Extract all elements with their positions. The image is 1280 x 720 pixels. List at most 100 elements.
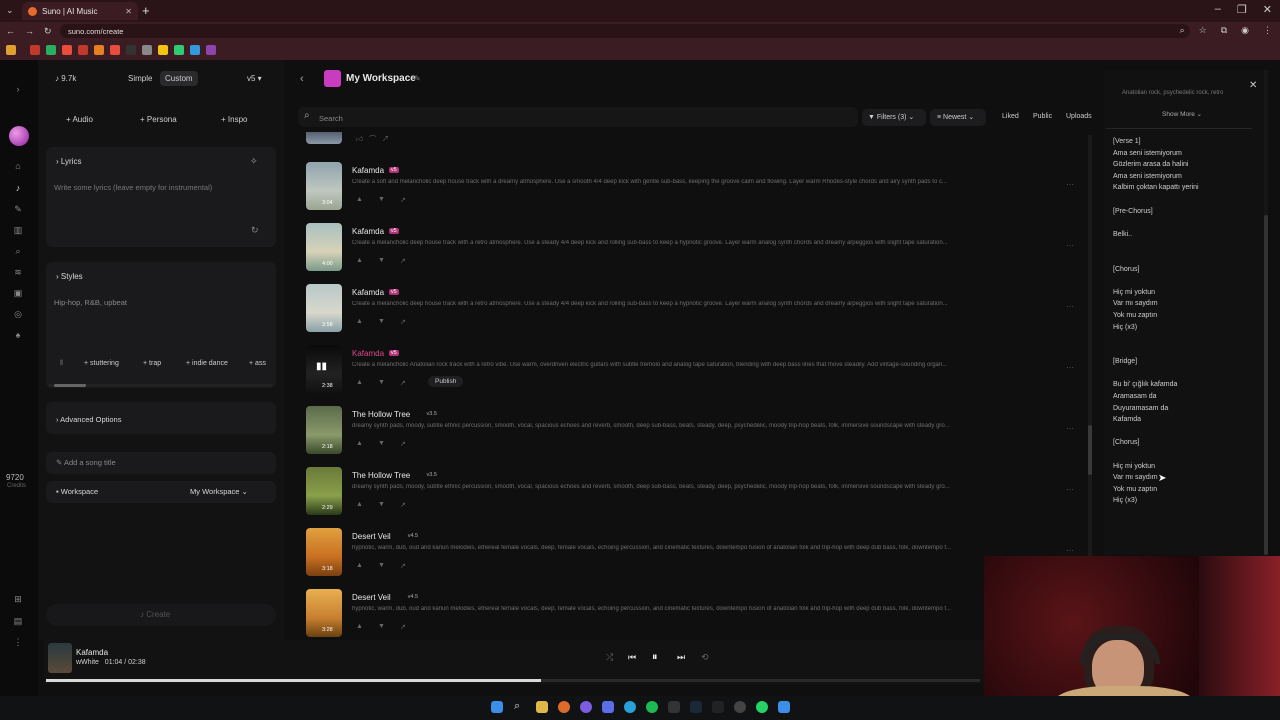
style-chip[interactable]: + trap — [143, 360, 161, 367]
search-icon[interactable]: ⌕ — [11, 246, 25, 257]
song-title-input[interactable]: ✎ Add a song title — [56, 458, 116, 467]
model-select[interactable]: v5 ▾ — [247, 74, 262, 83]
dislike-icon[interactable]: ▼ — [378, 379, 385, 386]
styles-input[interactable]: Hip-hop, R&B, upbeat — [54, 298, 127, 307]
song-title[interactable]: Desert Veil — [352, 593, 391, 602]
song-row[interactable]: 2:38 Kafamda v5 Create a melancholic Ana… — [300, 345, 1080, 399]
lyrics-input[interactable]: Write some lyrics (leave empty for instr… — [54, 183, 212, 192]
explore-icon[interactable]: ◎ — [11, 309, 25, 320]
steam-icon[interactable] — [690, 701, 702, 713]
dislike-icon[interactable]: ▼ — [378, 562, 385, 569]
spotify-icon[interactable] — [646, 701, 658, 713]
close-window-icon[interactable]: ✕ — [1263, 3, 1272, 16]
style-chip[interactable]: + indie dance — [186, 360, 228, 367]
browser-taskbar-icon[interactable] — [558, 701, 570, 713]
magic-wand-icon[interactable]: ✧ — [250, 156, 258, 167]
song-row[interactable]: 3:04 Kafamda v5 Create a soft and melanc… — [300, 162, 1080, 216]
share-icon[interactable]: ↗ — [400, 196, 406, 204]
refresh-icon[interactable]: ↻ — [251, 225, 259, 236]
more-options-icon[interactable]: ⋯ — [1066, 241, 1074, 250]
bookmark-icon[interactable] — [46, 45, 56, 55]
liked-tab[interactable]: Liked — [1002, 113, 1019, 120]
more-icon[interactable]: ⋮ — [1263, 25, 1272, 36]
app-icon[interactable] — [580, 701, 592, 713]
home-icon[interactable]: ⌂ — [11, 161, 25, 171]
share-icon[interactable]: ↗ — [400, 562, 406, 570]
avatar[interactable] — [9, 126, 29, 146]
previous-icon[interactable]: ⏮︎ — [628, 652, 636, 663]
more-options-icon[interactable]: ⋯ — [1066, 546, 1074, 555]
bookmark-icon[interactable] — [78, 45, 88, 55]
player-title[interactable]: Kafamda — [76, 648, 108, 657]
like-icon[interactable]: ▲ — [356, 257, 363, 264]
back-icon[interactable]: ← — [6, 26, 15, 36]
pause-icon[interactable]: ⏸︎ — [652, 651, 658, 664]
file-explorer-icon[interactable] — [536, 701, 548, 713]
like-icon[interactable]: ▲ — [356, 623, 363, 630]
close-tab-icon[interactable]: ✕ — [125, 7, 132, 16]
player-cover[interactable] — [48, 643, 72, 673]
reload-icon[interactable]: ↻ — [44, 26, 52, 37]
lyrics-toggle[interactable]: › Lyrics — [56, 157, 81, 166]
shuffle-icon[interactable]: ⤮ — [606, 652, 613, 663]
share-icon[interactable]: ↗ — [400, 623, 406, 631]
search-input[interactable]: Search — [319, 114, 343, 123]
browser-tab[interactable]: Suno | AI Music ✕ — [22, 2, 138, 20]
close-panel-icon[interactable]: ✕ — [1249, 80, 1257, 91]
star-icon[interactable]: ☆ — [1199, 25, 1207, 36]
app-icon[interactable] — [668, 701, 680, 713]
gift-icon[interactable]: ⊞ — [11, 594, 25, 605]
maximize-icon[interactable]: ❐ — [1237, 3, 1247, 16]
start-icon[interactable] — [491, 701, 503, 713]
filter-icon[interactable]: ⫴ — [60, 360, 63, 368]
back-icon[interactable]: ‹ — [300, 73, 304, 85]
song-row[interactable]: 4:00 Kafamda v5 Create a melancholic dee… — [300, 223, 1080, 277]
mode-simple-button[interactable]: Simple — [128, 74, 152, 83]
share-icon[interactable]: ↗ — [400, 501, 406, 509]
expand-icon[interactable]: › — [11, 84, 25, 94]
library-icon[interactable]: ▥ — [11, 225, 25, 236]
dislike-icon[interactable]: ▼ — [378, 623, 385, 630]
song-title[interactable]: Kafamda — [352, 166, 384, 175]
zoom-icon[interactable]: ⌕ — [1180, 25, 1185, 36]
like-icon[interactable]: ▲ — [356, 379, 363, 386]
search-bar[interactable] — [298, 107, 858, 127]
studio-icon[interactable]: ✎ — [11, 204, 25, 215]
like-icon[interactable]: ▲ — [356, 562, 363, 569]
workspace-select[interactable]: My Workspace ⌄ — [190, 487, 248, 496]
mode-custom-button[interactable]: Custom — [160, 71, 198, 86]
app-icon[interactable] — [734, 701, 746, 713]
panel-scrollbar-thumb[interactable] — [1264, 215, 1268, 555]
bookmark-icon[interactable] — [174, 45, 184, 55]
profile-icon[interactable]: ◉ — [1241, 25, 1249, 36]
extensions-icon[interactable]: ⧉ — [1221, 25, 1227, 36]
more-options-icon[interactable]: ⋯ — [1066, 302, 1074, 311]
repeat-icon[interactable]: ⟲ — [701, 652, 709, 663]
bookmark-icon[interactable] — [142, 45, 152, 55]
bookmark-icon[interactable] — [30, 45, 40, 55]
bookmark-icon[interactable] — [158, 45, 168, 55]
more-options-icon[interactable]: ⋯ — [1066, 363, 1074, 372]
uploads-tab[interactable]: Uploads — [1066, 113, 1092, 120]
share-icon[interactable]: ↗ — [400, 440, 406, 448]
app-icon[interactable] — [712, 701, 724, 713]
bookmark-icon[interactable] — [190, 45, 200, 55]
show-more-button[interactable]: Show More ⌄ — [1162, 110, 1202, 118]
dislike-icon[interactable]: ▼ — [378, 257, 385, 264]
whatsapp-icon[interactable] — [756, 701, 768, 713]
share-icon[interactable]: ↗ — [400, 257, 406, 265]
bookmark-icon[interactable] — [94, 45, 104, 55]
docs-icon[interactable]: ▤ — [11, 616, 25, 627]
song-title[interactable]: The Hollow Tree — [352, 410, 410, 419]
menu-dots-icon[interactable]: ⋮ — [11, 637, 25, 648]
search-taskbar-icon[interactable]: ⌕ — [514, 700, 520, 713]
list-scrollbar-thumb[interactable] — [1088, 425, 1092, 475]
new-tab-icon[interactable]: + — [142, 3, 150, 18]
bookmark-icon[interactable] — [110, 45, 120, 55]
app-icon[interactable] — [778, 701, 790, 713]
like-icon[interactable]: ▲ — [356, 501, 363, 508]
style-chip[interactable]: + stuttering — [84, 360, 119, 367]
add-inspo-button[interactable]: + Inspo — [221, 115, 247, 124]
like-icon[interactable]: ▲ — [356, 196, 363, 203]
publish-button[interactable]: Publish — [428, 376, 464, 387]
